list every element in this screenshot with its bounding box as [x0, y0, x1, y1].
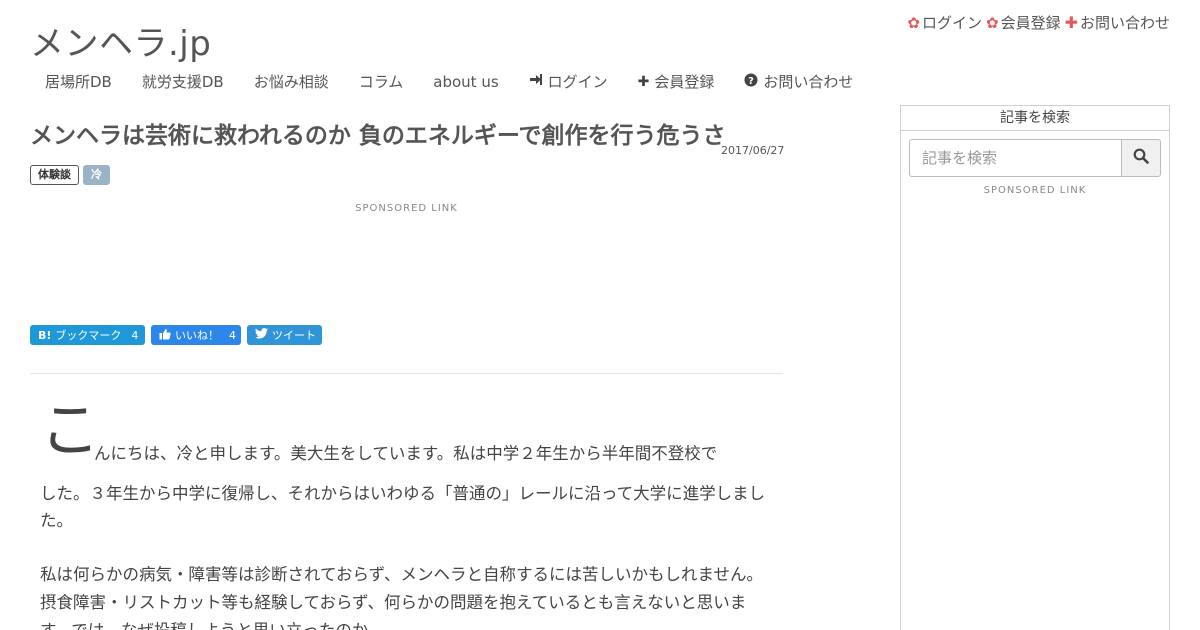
nav-item-label: 会員登録	[654, 73, 715, 91]
twitter-tweet-button[interactable]: ツイート	[247, 325, 322, 345]
nav-item-register[interactable]: ✚ 会員登録	[623, 68, 730, 95]
main-nav: 居場所DB 就労支援DB お悩み相談 コラム about us ログイン ✚ 会…	[30, 68, 868, 95]
article-paragraph-1-rest: した。３年生から中学に復帰し、それからはいわゆる「普通の」レールに沿って大学に進…	[40, 484, 766, 530]
nav-item-onayami[interactable]: お悩み相談	[239, 68, 344, 95]
facebook-like-count: 4	[229, 328, 236, 342]
article-paragraph-1-first-line: んにちは、冷と申します。美大生をしています。私は中学２年生から半年間不登校で	[94, 444, 718, 463]
sidebar-search-widget: 記事を検索 SPONSORED LINK	[900, 105, 1170, 630]
sign-in-icon	[529, 73, 543, 90]
gear-icon: ✿	[985, 13, 999, 32]
twitter-tweet-label: ツイート	[272, 329, 316, 342]
hatena-bookmark-button[interactable]: B! ブックマーク 4	[30, 325, 145, 345]
share-buttons: B! ブックマーク 4 いいね！ 4 ツイート	[30, 325, 322, 345]
gear-icon: ✿	[907, 13, 920, 32]
site-logo[interactable]: メンヘラ.jp	[30, 16, 211, 65]
nav-item-ibasho-db[interactable]: 居場所DB	[30, 68, 127, 95]
sidebar-title: 記事を検索	[901, 106, 1169, 131]
article-tags: 体験談 冷	[30, 165, 110, 185]
twitter-bird-icon	[255, 328, 268, 342]
plus-icon: ✚	[1064, 13, 1078, 32]
search-form	[909, 139, 1161, 177]
tag-author[interactable]: 冷	[83, 165, 110, 185]
nav-item-label: 居場所DB	[45, 73, 112, 91]
facebook-like-label: いいね！	[175, 329, 219, 342]
top-link-login-label: ログイン	[921, 14, 982, 32]
nav-item-shuro-db[interactable]: 就労支援DB	[127, 68, 239, 95]
nav-item-login[interactable]: ログイン	[514, 68, 623, 95]
hatena-label: ブックマーク	[55, 329, 122, 342]
hatena-count: 4	[131, 328, 139, 342]
top-link-register[interactable]: ✿ 会員登録	[986, 12, 1061, 33]
question-circle-icon: ?	[744, 73, 758, 91]
nav-item-label: about us	[433, 72, 499, 91]
top-links: ✿ ログイン ✿ 会員登録 ✚ お問い合わせ	[907, 12, 1170, 33]
article-divider	[30, 373, 783, 374]
article-title: メンヘラは芸術に救われるのか 負のエネルギーで創作を行う危うさ	[30, 123, 726, 149]
top-link-contact-label: お問い合わせ	[1079, 14, 1170, 32]
top-link-register-label: 会員登録	[1000, 14, 1061, 32]
hatena-icon: B!	[38, 328, 52, 342]
search-button[interactable]	[1121, 139, 1161, 177]
nav-item-label: お悩み相談	[253, 73, 329, 91]
article-dropcap: こ	[40, 396, 100, 466]
nav-item-label: コラム	[358, 73, 404, 91]
top-link-contact[interactable]: ✚ お問い合わせ	[1065, 12, 1170, 33]
nav-item-about[interactable]: about us	[418, 68, 513, 95]
tag-taikendan[interactable]: 体験談	[30, 165, 79, 185]
sponsored-label: SPONSORED LINK	[355, 203, 458, 214]
article-paragraph-2: 私は何らかの病気・障害等は診断されておらず、メンヘラと自称するには苦しいかもしれ…	[40, 565, 764, 630]
nav-item-label: ログイン	[547, 73, 608, 91]
nav-item-label: 就労支援DB	[141, 73, 224, 91]
thumbs-up-icon	[159, 328, 171, 343]
plus-icon: ✚	[637, 73, 650, 90]
nav-item-contact[interactable]: ? お問い合わせ	[729, 68, 868, 95]
nav-item-label: お問い合わせ	[763, 73, 854, 91]
article-date: 2017/06/27	[721, 144, 785, 157]
sidebar-sponsored-label: SPONSORED LINK	[983, 185, 1087, 196]
search-icon	[1133, 148, 1149, 168]
svg-text:?: ?	[749, 76, 755, 87]
search-input[interactable]	[909, 139, 1121, 177]
top-link-login[interactable]: ✿ ログイン	[907, 12, 982, 33]
nav-item-column[interactable]: コラム	[344, 68, 419, 95]
facebook-like-button[interactable]: いいね！ 4	[151, 325, 241, 345]
